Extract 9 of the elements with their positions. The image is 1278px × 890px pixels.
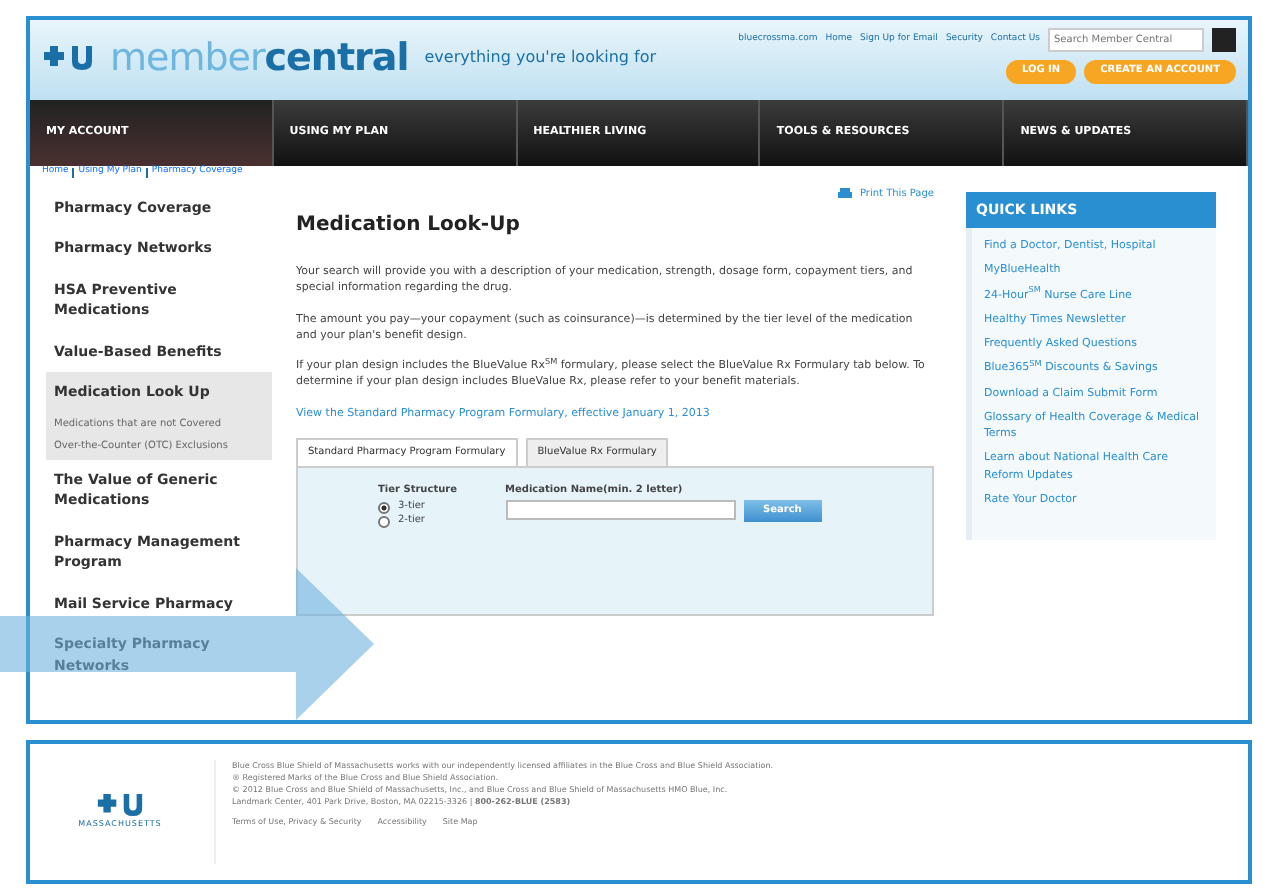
printer-icon: [837, 188, 852, 201]
radio-button[interactable]: [378, 516, 390, 528]
medication-name-field[interactable]: [505, 499, 736, 520]
tagline: everything you're looking for: [424, 46, 657, 70]
radio-button[interactable]: [378, 501, 390, 513]
site-logo-text[interactable]: membercentral: [110, 29, 409, 87]
logo-icon: [42, 44, 94, 72]
logo-icon: [96, 792, 144, 818]
page-title: Medication Look-Up: [296, 212, 522, 240]
